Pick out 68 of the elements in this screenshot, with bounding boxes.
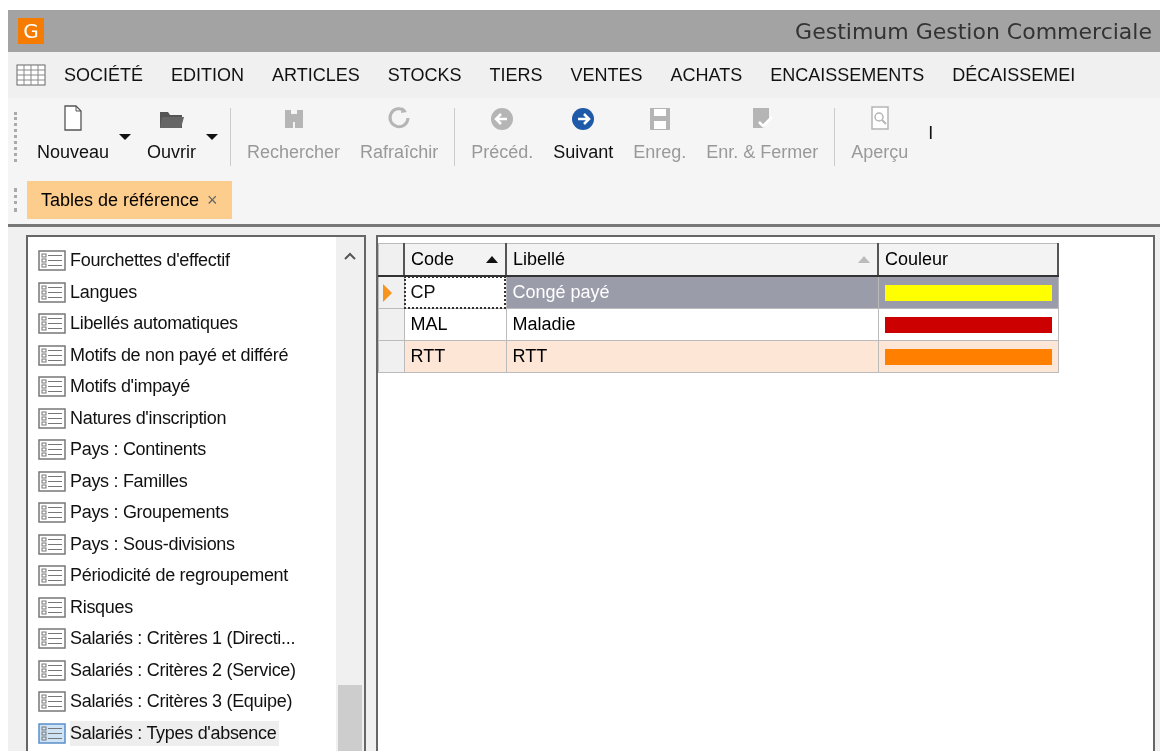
row-header [378, 243, 404, 276]
list-icon [38, 250, 66, 272]
sidebar-item[interactable]: Salariés : Critères 3 (Equipe) [38, 686, 336, 718]
toolbar-button[interactable]: Ouvrir [137, 103, 207, 171]
menu-item[interactable]: SOCIÉTÉ [50, 64, 157, 86]
list-icon [38, 376, 66, 398]
toolbar-button[interactable]: Suivant [543, 103, 624, 171]
table-cell: MAL [404, 308, 506, 341]
table-cell: CP [404, 276, 506, 309]
sidebar-item[interactable]: Langues [38, 276, 336, 308]
sidebar-item[interactable]: Natures d'inscription [38, 402, 336, 434]
sidebar-item[interactable]: Motifs d'impayé [38, 371, 336, 403]
menu-item[interactable]: EDITION [157, 64, 259, 86]
toolbar-button[interactable]: I [918, 122, 944, 152]
list-icon [38, 628, 66, 650]
sidebar-item[interactable]: Salariés : Critères 2 (Service) [38, 654, 336, 686]
scroll-up-icon[interactable] [343, 251, 357, 261]
list-icon [38, 659, 66, 681]
menu-item[interactable]: STOCKS [373, 64, 476, 86]
close-icon[interactable]: × [207, 189, 218, 211]
column-header[interactable]: Code [404, 243, 506, 276]
sidebar-item[interactable]: Fourchettes d'effectif [38, 245, 336, 277]
sidebar-item[interactable]: Motifs de non payé et différé [38, 339, 336, 371]
list-icon [38, 313, 66, 335]
app-logo: G [18, 18, 44, 44]
table-row[interactable]: MAL Maladie [378, 308, 1058, 341]
sidebar-item[interactable]: Pays : Groupements [38, 497, 336, 529]
window-title: Gestimum Gestion Commerciale [795, 18, 1152, 44]
menu-item[interactable]: ACHATS [656, 64, 757, 86]
sidebar-item[interactable]: Pays : Continents [38, 434, 336, 466]
menu-item[interactable]: ENCAISSEMENTS [756, 64, 939, 86]
table-row[interactable]: CP Congé payé [378, 276, 1058, 309]
sidebar-item[interactable]: Périodicité de regroupement [38, 560, 336, 592]
list-icon [38, 344, 66, 366]
grid-menu-icon[interactable] [16, 64, 46, 86]
toolbar-button[interactable]: Nouveau [27, 103, 120, 171]
table-cell: Congé payé [506, 276, 878, 309]
column-header[interactable]: Couleur [878, 243, 1058, 276]
sidebar-item[interactable]: Pays : Familles [38, 465, 336, 497]
tab[interactable]: Tables de référence × [27, 181, 232, 219]
list-icon [38, 596, 66, 618]
list-icon [38, 722, 66, 744]
list-icon [38, 565, 66, 587]
scrollbar[interactable] [336, 237, 364, 751]
menu-item[interactable]: ARTICLES [258, 64, 374, 86]
list-icon [38, 691, 66, 713]
sidebar-item[interactable]: Risques [38, 591, 336, 623]
row-header[interactable] [378, 276, 404, 309]
dropdown-caret-icon[interactable] [119, 134, 132, 140]
sidebar-item[interactable]: Libellés automatiques [38, 308, 336, 340]
table-cell: RTT [404, 340, 506, 373]
list-icon [38, 281, 66, 303]
menu-item[interactable]: DÉCAISSEMEI [938, 64, 1090, 86]
dropdown-caret-icon[interactable] [206, 134, 219, 140]
sidebar-item[interactable]: Pays : Sous-divisions [38, 528, 336, 560]
sidebar-item[interactable]: Salariés : Critères 1 (Directi... [38, 623, 336, 655]
list-icon [38, 470, 66, 492]
column-header[interactable]: Libellé [506, 243, 878, 276]
list-icon [38, 439, 66, 461]
table-cell: Maladie [506, 308, 878, 341]
menu-item[interactable]: TIERS [475, 64, 557, 86]
menu-item[interactable]: VENTES [556, 64, 657, 86]
table-row[interactable]: RTT RTT [378, 340, 1058, 373]
list-icon [38, 533, 66, 555]
table-cell: RTT [506, 340, 878, 373]
list-icon [38, 407, 66, 429]
list-icon [38, 502, 66, 524]
scrollbar-thumb[interactable] [338, 685, 362, 751]
